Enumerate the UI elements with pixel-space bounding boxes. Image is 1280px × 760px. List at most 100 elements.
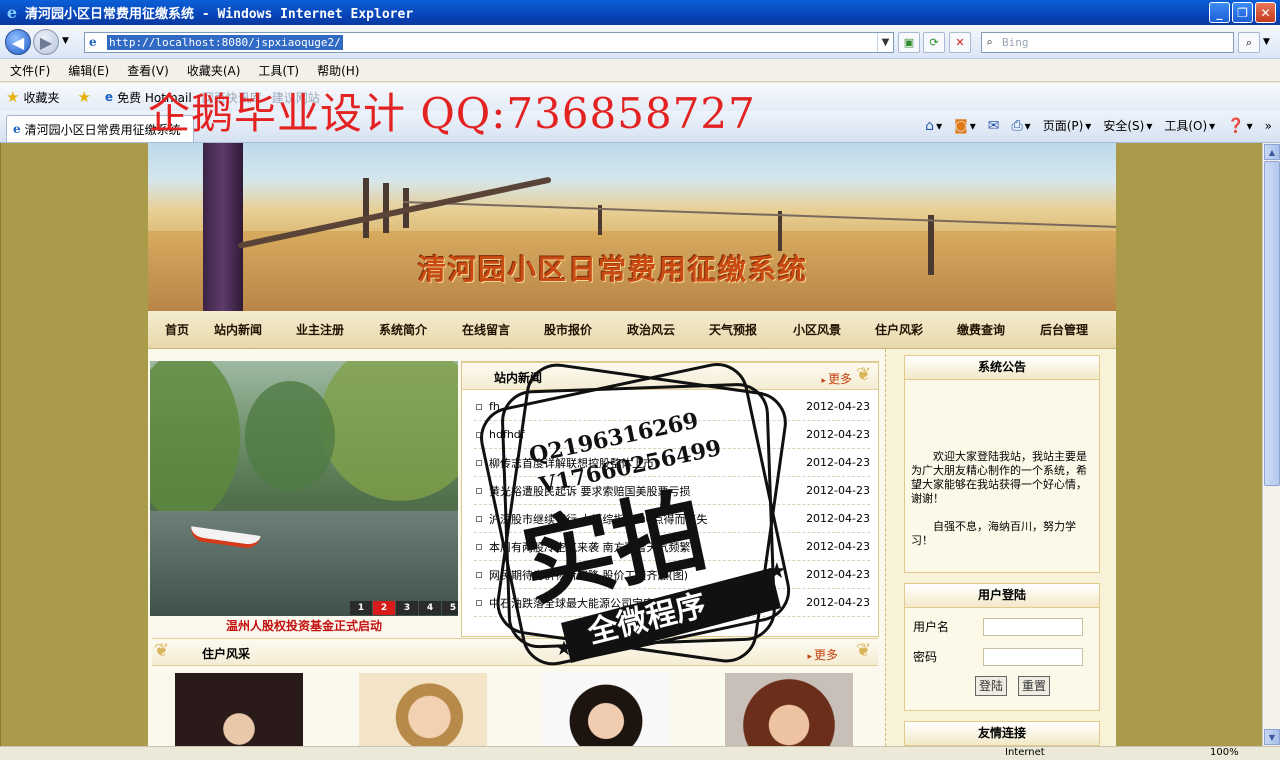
news-item-title[interactable]: 柳传志首度详解联想控股整体上市	[489, 455, 806, 471]
refresh-icon: ⟳	[929, 36, 939, 49]
vertical-scrollbar[interactable]: ▲ ▼	[1262, 143, 1280, 746]
stop-button[interactable]: ✕	[949, 32, 971, 53]
menu-view[interactable]: 查看(V)	[127, 62, 169, 79]
news-item-title[interactable]: 黄光裕遭股民起诉 要求索赔国美股票亏损	[489, 483, 806, 499]
slider-page-3[interactable]: 3	[396, 601, 418, 615]
list-item[interactable]: 网民期待房价物价双降 股价工资齐涨(图) 2012-04-23	[474, 561, 870, 589]
slider-page-1[interactable]: 1	[350, 601, 372, 615]
bullet-icon	[476, 459, 482, 466]
password-input[interactable]	[983, 648, 1083, 666]
nav-about[interactable]: 系统简介	[379, 321, 427, 338]
news-item-title[interactable]: 中石油跌落全球最大能源公司宝座 股价3年跌76%	[489, 595, 806, 611]
address-bar[interactable]: e http://localhost:8080/jspxiaoquge2/ ▼	[84, 32, 894, 53]
printer-icon: ⎙	[1011, 117, 1023, 134]
slider-page-5[interactable]: 5	[442, 601, 458, 615]
news-item-title[interactable]: 本周有两股冷空气来袭 南方雨雪天气频繁	[489, 539, 806, 555]
tools-menu[interactable]: 工具(O) ▾	[1164, 117, 1215, 134]
history-dropdown-icon[interactable]: ▼	[62, 36, 69, 46]
resident-photo[interactable]	[175, 673, 303, 746]
refresh-button[interactable]: ⟳	[923, 32, 945, 53]
news-item-title[interactable]: hdfhdf	[489, 428, 806, 441]
help-icon: ❓	[1227, 117, 1245, 134]
compatibility-button[interactable]: ▣	[898, 32, 920, 53]
menu-bar: 文件(F) 编辑(E) 查看(V) 收藏夹(A) 工具(T) 帮助(H)	[0, 59, 1280, 82]
safety-menu[interactable]: 安全(S) ▾	[1103, 117, 1152, 134]
search-input[interactable]: ⌕ Bing	[981, 32, 1234, 53]
tree-shape	[245, 381, 335, 491]
news-item-title[interactable]: 沪深股市继续下行 上证综指3000点得而复失	[489, 511, 806, 527]
list-item[interactable]: hdfhdf 2012-04-23	[474, 421, 870, 449]
username-input[interactable]	[983, 618, 1083, 636]
search-options-icon[interactable]: ▼	[1263, 37, 1270, 47]
news-item-date: 2012-04-23	[806, 512, 870, 525]
search-button[interactable]: ⌕	[1238, 32, 1260, 53]
list-item[interactable]: 柳传志首度详解联想控股整体上市 2012-04-23	[474, 449, 870, 477]
fence-post	[363, 178, 369, 238]
feeds-button[interactable]: ◙ ▾	[954, 118, 976, 134]
resident-photo[interactable]	[542, 673, 670, 746]
compat-icon: ▣	[903, 36, 915, 49]
nav-scenery[interactable]: 小区风景	[793, 321, 841, 338]
scroll-down-icon[interactable]: ▼	[1264, 729, 1280, 745]
fence-post	[778, 211, 782, 251]
home-button[interactable]: ⌂ ▾	[925, 118, 942, 134]
page-viewport: 清河园小区日常费用征缴系统 首页 站内新闻 业主注册 系统简介 在线留言 股市报…	[0, 143, 1262, 746]
help-button[interactable]: ❓ ▾	[1227, 118, 1252, 134]
nav-weather[interactable]: 天气预报	[709, 321, 757, 338]
bullet-icon	[476, 431, 482, 438]
nav-admin[interactable]: 后台管理	[1040, 321, 1088, 338]
news-item-title[interactable]: fh	[489, 400, 806, 413]
menu-favorites[interactable]: 收藏夹(A)	[187, 62, 241, 79]
minimize-button[interactable]: _	[1209, 2, 1230, 23]
news-title: 站内新闻	[494, 371, 543, 385]
close-window-button[interactable]: ✕	[1255, 2, 1276, 23]
chevron-more-icon[interactable]: »	[1265, 119, 1272, 133]
address-url[interactable]: http://localhost:8080/jspxiaoquge2/	[107, 35, 343, 50]
nav-stocks[interactable]: 股市报价	[544, 321, 592, 338]
scroll-up-icon[interactable]: ▲	[1264, 144, 1280, 160]
zoom-level[interactable]: 100%	[1210, 747, 1239, 758]
residents-more-link[interactable]: 更多	[807, 646, 838, 663]
nav-fee-query[interactable]: 缴费查询	[957, 321, 1005, 338]
slider-caption[interactable]: 温州人股权投资基金正式启动	[150, 616, 458, 636]
slider-image[interactable]: 1 2 3 4 5	[150, 361, 458, 616]
nav-message[interactable]: 在线留言	[462, 321, 510, 338]
slider-page-4[interactable]: 4	[419, 601, 441, 615]
nav-residents[interactable]: 住户风彩	[875, 321, 923, 338]
reset-button[interactable]: 重置	[1018, 676, 1051, 696]
banner-post	[203, 143, 243, 311]
scroll-thumb[interactable]	[1264, 161, 1280, 486]
list-item[interactable]: 沪深股市继续下行 上证综指3000点得而复失 2012-04-23	[474, 505, 870, 533]
menu-edit[interactable]: 编辑(E)	[68, 62, 109, 79]
news-header: 站内新闻 更多 ❦	[462, 362, 878, 390]
page-menu[interactable]: 页面(P) ▾	[1043, 117, 1092, 134]
nav-politics[interactable]: 政治风云	[627, 321, 675, 338]
maximize-button[interactable]: ❐	[1232, 2, 1253, 23]
nav-home[interactable]: 首页	[165, 321, 189, 338]
menu-help[interactable]: 帮助(H)	[317, 62, 359, 79]
nav-news[interactable]: 站内新闻	[214, 321, 262, 338]
forward-button[interactable]: ▶	[33, 29, 59, 55]
address-dropdown-icon[interactable]: ▼	[877, 33, 893, 52]
news-more-link[interactable]: 更多	[821, 370, 852, 387]
back-button[interactable]: ◀	[5, 29, 31, 55]
rss-icon: ◙	[954, 117, 968, 134]
menu-tools[interactable]: 工具(T)	[258, 62, 299, 79]
print-button[interactable]: ⎙ ▾	[1011, 118, 1030, 134]
mail-button[interactable]: ✉	[988, 118, 1000, 134]
list-item[interactable]: fh 2012-04-23	[474, 393, 870, 421]
resident-photo[interactable]	[359, 673, 487, 746]
menu-file[interactable]: 文件(F)	[10, 62, 50, 79]
add-star-icon: ★	[77, 88, 91, 106]
list-item[interactable]: 中石油跌落全球最大能源公司宝座 股价3年跌76% 2012-04-23	[474, 589, 870, 617]
nav-register[interactable]: 业主注册	[296, 321, 344, 338]
list-item[interactable]: 本周有两股冷空气来袭 南方雨雪天气频繁 2012-04-23	[474, 533, 870, 561]
links-panel: 友情连接	[904, 721, 1100, 746]
list-item[interactable]: 黄光裕遭股民起诉 要求索赔国美股票亏损 2012-04-23	[474, 477, 870, 505]
login-button[interactable]: 登陆	[975, 676, 1008, 696]
resident-photo[interactable]	[725, 673, 853, 746]
slider-page-2[interactable]: 2	[373, 601, 395, 615]
favorites-button[interactable]: ★ 收藏夹	[6, 88, 59, 106]
add-favorite-button[interactable]: ★	[77, 88, 94, 106]
news-item-title[interactable]: 网民期待房价物价双降 股价工资齐涨(图)	[489, 567, 806, 583]
